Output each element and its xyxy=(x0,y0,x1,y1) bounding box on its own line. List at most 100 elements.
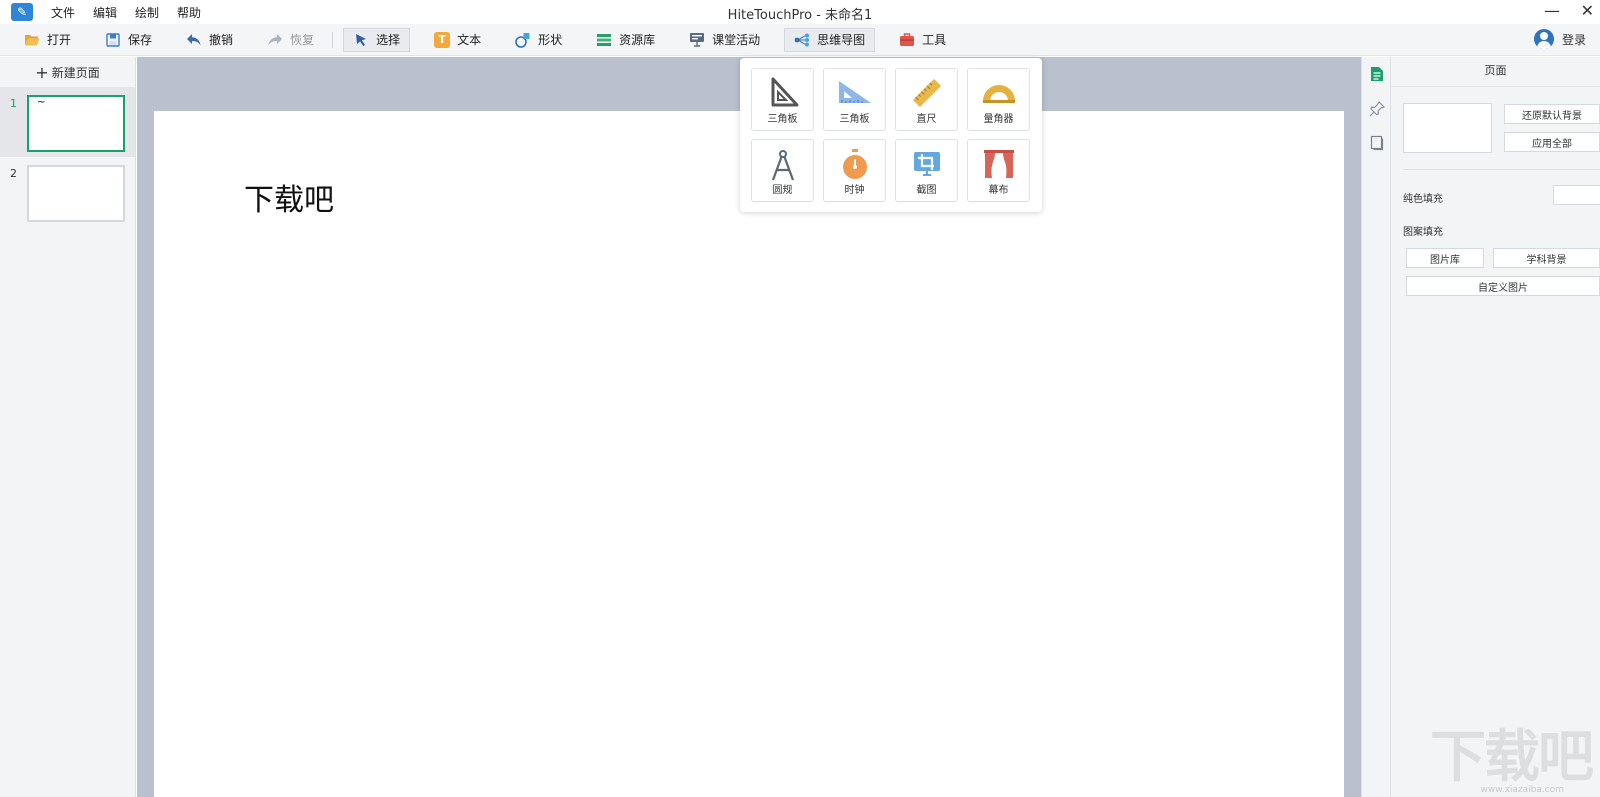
user-avatar-icon xyxy=(1533,29,1554,49)
minimize-button[interactable]: — xyxy=(1544,1,1560,20)
window-title: HiteTouchPro - 未命名1 xyxy=(727,8,873,23)
property-tab-strip xyxy=(1361,57,1391,797)
solid-fill-color-picker[interactable] xyxy=(1553,185,1600,205)
pin-icon[interactable] xyxy=(1369,101,1385,117)
login-label: 登录 xyxy=(1561,32,1586,47)
tool-label: 三角板 xyxy=(839,114,870,125)
classroom-activity-button[interactable]: 课堂活动 xyxy=(679,28,770,52)
resources-label: 资源库 xyxy=(619,33,656,47)
panel-divider xyxy=(1403,169,1600,170)
new-page-label: 新建页面 xyxy=(51,65,100,80)
tools-dropdown: 三角板 三角板 直尺 量角器 圆规 时钟 截图 幕布 xyxy=(740,58,1042,212)
slide-canvas[interactable]: 下载吧 xyxy=(154,111,1344,797)
tool-protractor[interactable]: 量角器 xyxy=(967,68,1030,131)
page-thumbnail[interactable]: ~ xyxy=(27,95,125,152)
slide-text-box[interactable]: 下载吧 xyxy=(244,175,334,219)
redo-button[interactable]: 恢复 xyxy=(257,28,324,52)
open-button[interactable]: 打开 xyxy=(14,28,81,52)
screenshot-icon xyxy=(913,152,940,176)
tool-set-square[interactable]: 三角板 xyxy=(751,68,814,131)
apply-all-button[interactable]: 应用全部 xyxy=(1504,132,1600,152)
tool-stopwatch[interactable]: 时钟 xyxy=(823,139,886,202)
tool-ruler[interactable]: 直尺 xyxy=(895,68,958,131)
menu-help[interactable]: 帮助 xyxy=(177,4,201,21)
page-properties-panel: 页面 还原默认背景 应用全部 纯色填充 图案填充 图片库 学科背景 自定义图片 xyxy=(1391,57,1600,797)
classroom-label: 课堂活动 xyxy=(712,33,761,47)
shapes-icon xyxy=(515,32,531,48)
save-label: 保存 xyxy=(128,33,153,47)
ruler-triangle-icon xyxy=(838,81,871,103)
undo-arrow-icon xyxy=(186,32,202,48)
tool-label: 时钟 xyxy=(844,185,865,196)
resource-library-icon xyxy=(596,32,612,48)
redo-label: 恢复 xyxy=(290,33,315,47)
image-library-button[interactable]: 图片库 xyxy=(1406,248,1484,268)
new-page-button[interactable]: + 新建页面 xyxy=(0,57,135,87)
ruler-icon xyxy=(912,79,941,107)
thumbnail-content: ~ xyxy=(37,97,46,108)
tool-label: 三角板 xyxy=(767,114,798,125)
undo-button[interactable]: 撤销 xyxy=(176,28,243,52)
tool-ruler-triangle[interactable]: 三角板 xyxy=(823,68,886,131)
text-tool-button[interactable]: T 文本 xyxy=(424,28,491,52)
select-label: 选择 xyxy=(376,33,401,47)
protractor-icon xyxy=(982,85,1015,103)
page-properties-icon[interactable] xyxy=(1369,66,1385,82)
page-number: 1 xyxy=(10,97,17,110)
page-thumbnail-row[interactable]: 2 xyxy=(0,157,135,227)
toolbar-divider xyxy=(332,31,334,48)
presentation-board-icon xyxy=(689,32,705,48)
select-tool-button[interactable]: 选择 xyxy=(343,27,411,52)
restore-default-background-button[interactable]: 还原默认背景 xyxy=(1504,104,1600,124)
folder-open-icon xyxy=(24,32,40,48)
set-square-icon xyxy=(771,77,798,107)
cursor-arrow-icon xyxy=(353,32,369,48)
tool-label: 直尺 xyxy=(916,114,937,125)
tool-compass[interactable]: 圆规 xyxy=(751,139,814,202)
menu-file[interactable]: 文件 xyxy=(51,4,75,21)
plus-icon: + xyxy=(35,62,49,82)
curtain-icon xyxy=(983,150,1014,178)
save-button[interactable]: 保存 xyxy=(95,28,162,52)
layers-icon[interactable] xyxy=(1369,135,1385,151)
page-thumbnail-row[interactable]: 1 ~ xyxy=(0,87,135,157)
pattern-fill-label: 图案填充 xyxy=(1403,227,1443,238)
tool-label: 截图 xyxy=(916,185,937,196)
shape-tool-button[interactable]: 形状 xyxy=(505,28,572,52)
close-button[interactable]: ✕ xyxy=(1581,1,1594,20)
open-label: 打开 xyxy=(47,33,72,47)
page-number: 2 xyxy=(10,167,17,180)
tools-button[interactable]: 工具 xyxy=(889,28,956,52)
text-t-icon: T xyxy=(434,31,451,48)
menu-edit[interactable]: 编辑 xyxy=(93,4,117,21)
title-bar: ✎ 文件 编辑 绘制 帮助 HiteTouchPro - 未命名1 — ✕ xyxy=(0,0,1600,24)
tool-label: 量角器 xyxy=(983,114,1014,125)
login-button[interactable]: 登录 xyxy=(1533,29,1586,49)
resources-button[interactable]: 资源库 xyxy=(586,28,665,52)
app-logo-icon: ✎ xyxy=(11,3,33,21)
tool-curtain[interactable]: 幕布 xyxy=(967,139,1030,202)
undo-label: 撤销 xyxy=(209,33,234,47)
tool-screenshot[interactable]: 截图 xyxy=(895,139,958,202)
mindmap-label: 思维导图 xyxy=(817,33,866,47)
tools-label: 工具 xyxy=(922,33,947,47)
solid-fill-label: 纯色填充 xyxy=(1403,194,1443,205)
custom-image-button[interactable]: 自定义图片 xyxy=(1406,276,1600,296)
menu-bar: 文件 编辑 绘制 帮助 xyxy=(51,4,219,21)
subject-background-button[interactable]: 学科背景 xyxy=(1493,248,1600,268)
background-preview xyxy=(1403,103,1492,153)
toolbox-icon xyxy=(899,32,915,48)
panel-title: 页面 xyxy=(1391,57,1600,87)
text-label: 文本 xyxy=(457,33,482,47)
page-thumbnail[interactable] xyxy=(27,165,125,222)
compass-icon xyxy=(771,150,794,181)
tool-label: 幕布 xyxy=(988,185,1009,196)
main-toolbar: 打开 保存 撤销 恢复 选择 T 文本 形状 资源库 课堂活动 思维导图 工具 … xyxy=(0,24,1600,56)
mindmap-icon xyxy=(794,32,810,48)
redo-arrow-icon xyxy=(267,32,283,48)
page-thumbnail-panel: + 新建页面 1 ~ 2 xyxy=(0,57,136,797)
mindmap-button[interactable]: 思维导图 xyxy=(784,27,876,52)
save-disk-icon xyxy=(105,32,121,48)
menu-draw[interactable]: 绘制 xyxy=(135,4,159,21)
shape-label: 形状 xyxy=(538,33,563,47)
